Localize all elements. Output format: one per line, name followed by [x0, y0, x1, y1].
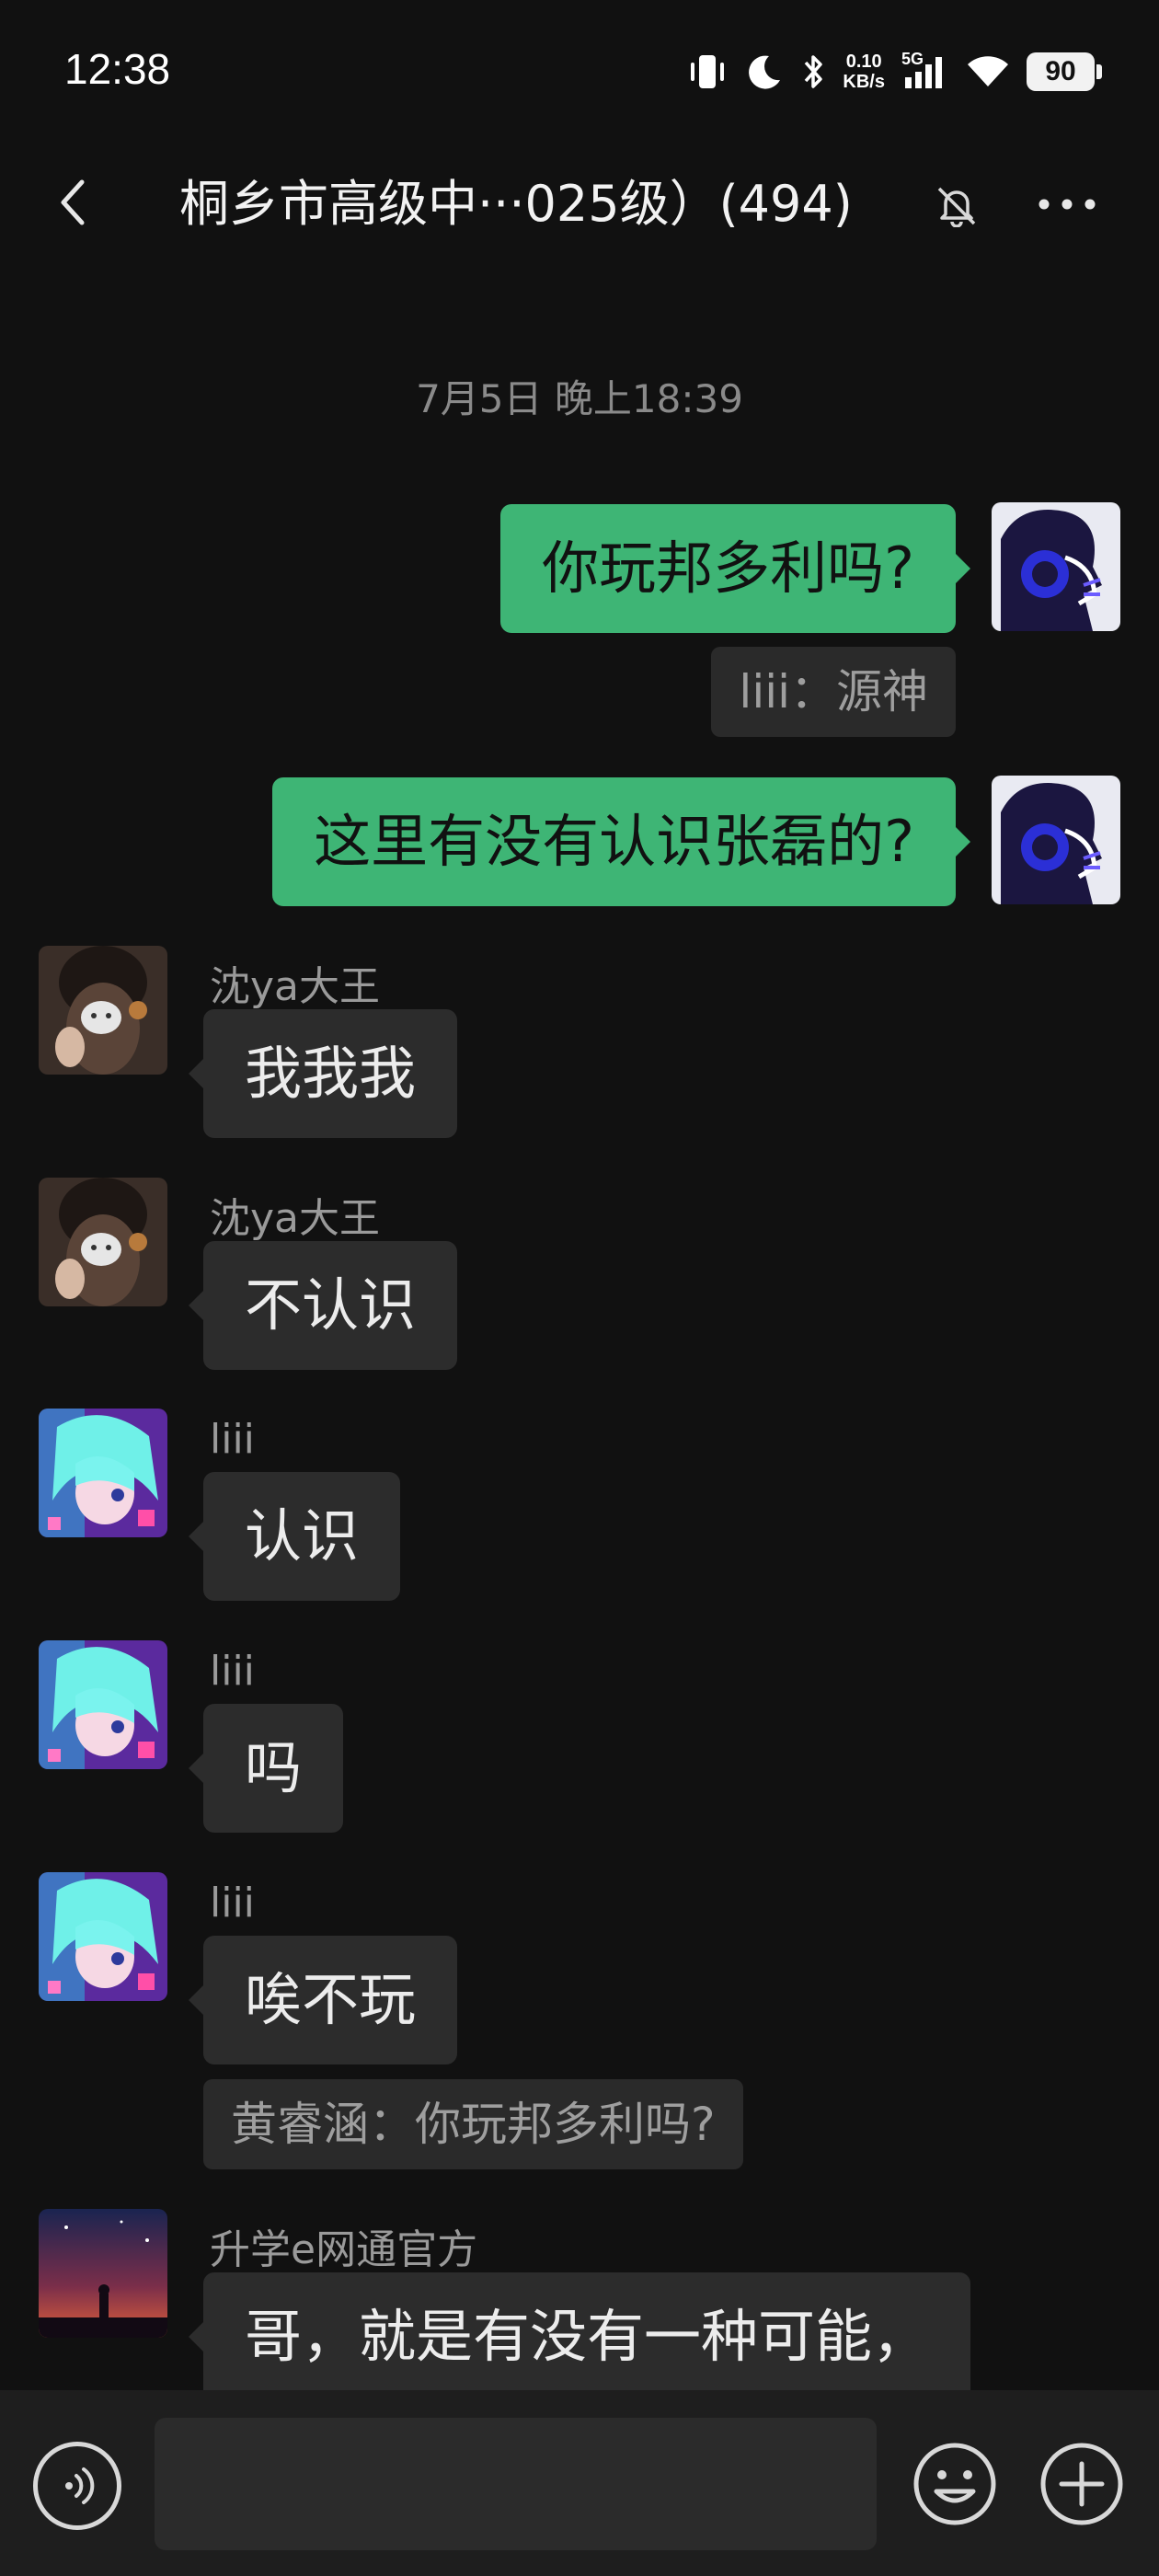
sender-name: 升学e网通官方	[210, 2226, 478, 2273]
sender-name: liii	[210, 1880, 255, 1926]
plus-button[interactable]	[1036, 2438, 1128, 2530]
avatar-user[interactable]	[39, 1178, 167, 1306]
message-bubble-incoming[interactable]: 唉不玩	[188, 1936, 458, 2064]
vibrate-icon	[686, 52, 729, 92]
avatar-user[interactable]	[39, 2209, 167, 2338]
message-bubble-incoming[interactable]: 吗	[188, 1704, 344, 1833]
status-icons: 0.10 KB/s 5G 90	[686, 46, 1102, 98]
avatar-user[interactable]	[39, 1640, 167, 1769]
battery-indicator: 90	[1027, 52, 1102, 91]
bluetooth-icon	[800, 52, 826, 92]
chat-header: 桐乡市高级中···025级）(494)	[0, 147, 1159, 258]
wifi-icon	[966, 53, 1010, 90]
chevron-left-icon	[61, 179, 85, 225]
network-speed-unit: KB/s	[843, 72, 885, 92]
more-button[interactable]	[1030, 167, 1104, 241]
mute-indicator	[920, 167, 993, 241]
sender-name: liii	[210, 1648, 255, 1695]
quote-reply[interactable]: liii：源神	[711, 647, 956, 737]
avatar-user[interactable]	[39, 1872, 167, 2001]
message-bubble-outgoing[interactable]: 你玩邦多利吗?	[500, 504, 970, 633]
network-type: 5G	[901, 50, 924, 68]
status-time: 12:38	[64, 45, 171, 93]
message-bubble-incoming[interactable]: 认识	[188, 1472, 401, 1601]
voice-button[interactable]	[33, 2442, 121, 2530]
quote-reply[interactable]: 黄睿涵：你玩邦多利吗?	[203, 2079, 743, 2169]
back-button[interactable]	[37, 166, 110, 239]
avatar-self[interactable]	[992, 776, 1120, 904]
sender-name: 沈ya大王	[210, 1195, 381, 1242]
network-speed: 0.10 KB/s	[843, 52, 885, 92]
chat-title: 桐乡市高级中···025级）(494)	[179, 175, 853, 233]
sender-name: liii	[210, 1416, 255, 1463]
input-bar	[0, 2390, 1159, 2576]
avatar-user[interactable]	[39, 946, 167, 1075]
message-input[interactable]	[155, 2418, 877, 2550]
network-speed-value: 0.10	[845, 52, 882, 72]
message-timestamp: 7月5日 晚上18:39	[416, 376, 743, 421]
voice-icon	[65, 2467, 95, 2504]
signal-icon: 5G	[901, 50, 949, 92]
emoji-button[interactable]	[909, 2438, 1001, 2530]
message-bubble-incoming[interactable]: 不认识	[188, 1241, 458, 1370]
more-dots-icon	[1039, 199, 1096, 210]
moon-icon	[745, 52, 784, 91]
emoji-icon	[913, 2443, 996, 2525]
sender-name: 沈ya大王	[210, 963, 381, 1010]
message-bubble-incoming[interactable]: 我我我	[188, 1009, 458, 1138]
message-bubble-outgoing[interactable]: 这里有没有认识张磊的?	[272, 777, 970, 906]
message-bubble-incoming[interactable]: 哥，就是有没有一种可能，	[188, 2272, 971, 2401]
plus-icon	[1040, 2443, 1123, 2525]
avatar-user[interactable]	[39, 1409, 167, 1537]
bell-off-icon	[937, 187, 976, 227]
avatar-self[interactable]	[992, 502, 1120, 631]
status-bar: 12:38 0.10 KB/s 5G 90	[0, 0, 1159, 138]
